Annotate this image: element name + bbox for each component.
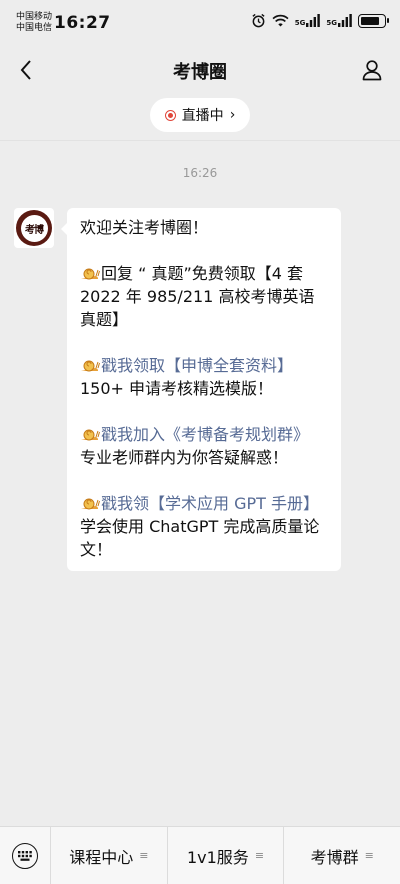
page-title: 考博圈 <box>173 62 227 83</box>
live-indicator-icon <box>164 109 176 121</box>
materials-link[interactable]: 戳我领取【申博全套资料】 <box>101 356 293 375</box>
study-group-link[interactable]: 戳我加入《考博备考规划群》 <box>101 425 309 444</box>
message-bubble: 欢迎关注考博圈！ 回复 “ 真题”免费领取【4 套 2022 年 985/211… <box>61 208 341 571</box>
avatar[interactable]: 考博 <box>14 208 54 248</box>
snail-emoji-icon <box>81 360 100 372</box>
submenu-icon: ≡ <box>139 849 149 862</box>
study-group-description: 专业老师群内为你答疑解惑！ <box>80 448 289 467</box>
person-icon <box>362 60 382 81</box>
status-time: 16:27 <box>54 13 111 33</box>
message-item-1: 回复 “ 真题”免费领取【4 套 2022 年 985/211 高校考博英语真题… <box>80 262 329 331</box>
message-item-3: 戳我加入《考博备考规划群》专业老师群内为你答疑解惑！ <box>80 423 329 469</box>
profile-button[interactable] <box>358 56 386 84</box>
chevron-right-icon: › <box>229 107 236 123</box>
snail-emoji-icon <box>81 498 100 510</box>
nav-bar: 考博圈 <box>0 44 400 96</box>
submenu-icon: ≡ <box>254 849 265 862</box>
message-item-4: 戳我领【学术应用 GPT 手册】 学会使用 ChatGPT 完成高质量论文！ <box>80 492 329 561</box>
battery-fill <box>361 16 379 25</box>
carrier-labels: 中国移动 中国电信 <box>16 12 52 34</box>
gpt-manual-link[interactable]: 戳我领【学术应用 GPT 手册】 <box>101 494 319 513</box>
menu-label: 课程中心 <box>69 847 134 867</box>
carrier-1: 中国移动 <box>16 12 53 22</box>
avatar-logo-text: 考博 <box>20 214 48 242</box>
divider <box>0 140 400 141</box>
live-label: 直播中 <box>181 108 224 124</box>
network-type-2: 5G <box>326 19 337 27</box>
network-type-1: 5G <box>294 19 306 27</box>
materials-description: 150+ 申请考核精选模版！ <box>80 379 274 398</box>
menu-label: 考博群 <box>310 847 359 867</box>
battery-icon <box>358 13 389 28</box>
bottom-menu: 课程中心 ≡ 1v1服务 ≡ 考博群 ≡ <box>0 826 400 884</box>
reply-keyword-text: 回复 “ 真题”免费领取【4 套 2022 年 985/211 高校考博英语真题… <box>80 264 315 329</box>
system-icons: 5G 5G <box>251 13 389 28</box>
menu-1v1-service[interactable]: 1v1服务 ≡ <box>166 827 284 884</box>
live-broadcast-button[interactable]: 直播中 › <box>150 98 250 132</box>
status-bar: 中国移动 中国电信 16:27 5G 5G <box>0 0 400 44</box>
keyboard-icon <box>18 850 32 861</box>
menu-course-center[interactable]: 课程中心 ≡ <box>50 827 167 884</box>
snail-emoji-icon <box>81 268 100 280</box>
menu-label: 1v1服务 <box>186 847 249 867</box>
message-item-2: 戳我领取【申博全套资料】 150+ 申请考核精选模版！ <box>80 354 329 400</box>
signal-icon <box>338 14 352 27</box>
menu-study-group[interactable]: 考博群 ≡ <box>283 827 400 884</box>
alarm-icon <box>252 13 265 28</box>
gpt-manual-description: 学会使用 ChatGPT 完成高质量论文！ <box>80 517 320 559</box>
snail-emoji-icon <box>81 429 100 441</box>
greeting-text: 欢迎关注考博圈！ <box>80 218 209 237</box>
keyboard-toggle-button[interactable] <box>0 827 50 884</box>
wifi-icon <box>272 14 289 27</box>
signal-icon <box>306 14 321 27</box>
message-timestamp: 16:26 <box>182 166 218 180</box>
submenu-icon: ≡ <box>364 849 374 862</box>
carrier-2: 中国电信 <box>16 23 53 33</box>
